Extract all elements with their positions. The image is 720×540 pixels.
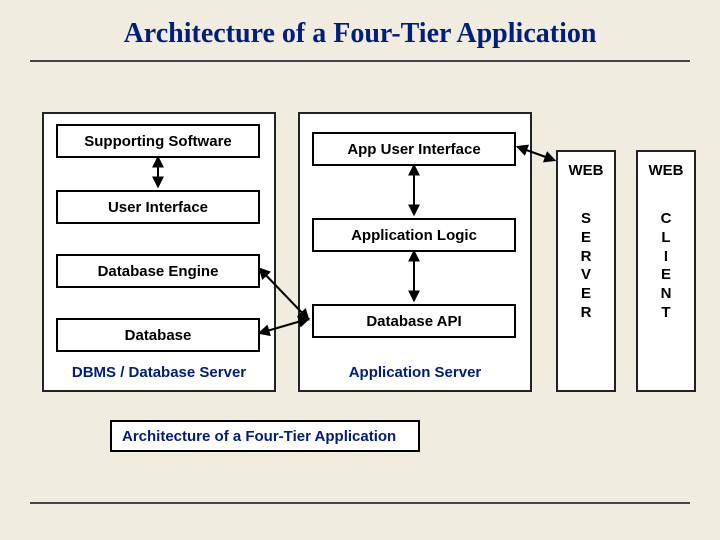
web-client-heading: WEB bbox=[638, 162, 694, 181]
dbms-tier-label: DBMS / Database Server bbox=[44, 364, 274, 381]
box-db-api: Database API bbox=[312, 304, 516, 338]
box-database: Database bbox=[56, 318, 260, 352]
box-app-ui: App User Interface bbox=[312, 132, 516, 166]
web-client-panel: WEB CLIENT bbox=[636, 150, 696, 392]
divider-top bbox=[30, 60, 690, 62]
dbms-panel: Supporting Software User Interface Datab… bbox=[42, 112, 276, 392]
box-database-engine: Database Engine bbox=[56, 254, 260, 288]
app-panel: App User Interface Application Logic Dat… bbox=[298, 112, 532, 392]
box-user-interface: User Interface bbox=[56, 190, 260, 224]
web-client-vertical: CLIENT bbox=[638, 210, 694, 323]
web-server-vertical: SERVER bbox=[558, 210, 614, 323]
web-server-panel: WEB SERVER bbox=[556, 150, 616, 392]
page-title: Architecture of a Four-Tier Application bbox=[0, 18, 720, 50]
app-tier-label: Application Server bbox=[300, 364, 530, 381]
caption-box: Architecture of a Four-Tier Application bbox=[110, 420, 420, 452]
box-app-logic: Application Logic bbox=[312, 218, 516, 252]
divider-bottom bbox=[30, 502, 690, 504]
web-server-heading: WEB bbox=[558, 162, 614, 181]
box-supporting-software: Supporting Software bbox=[56, 124, 260, 158]
